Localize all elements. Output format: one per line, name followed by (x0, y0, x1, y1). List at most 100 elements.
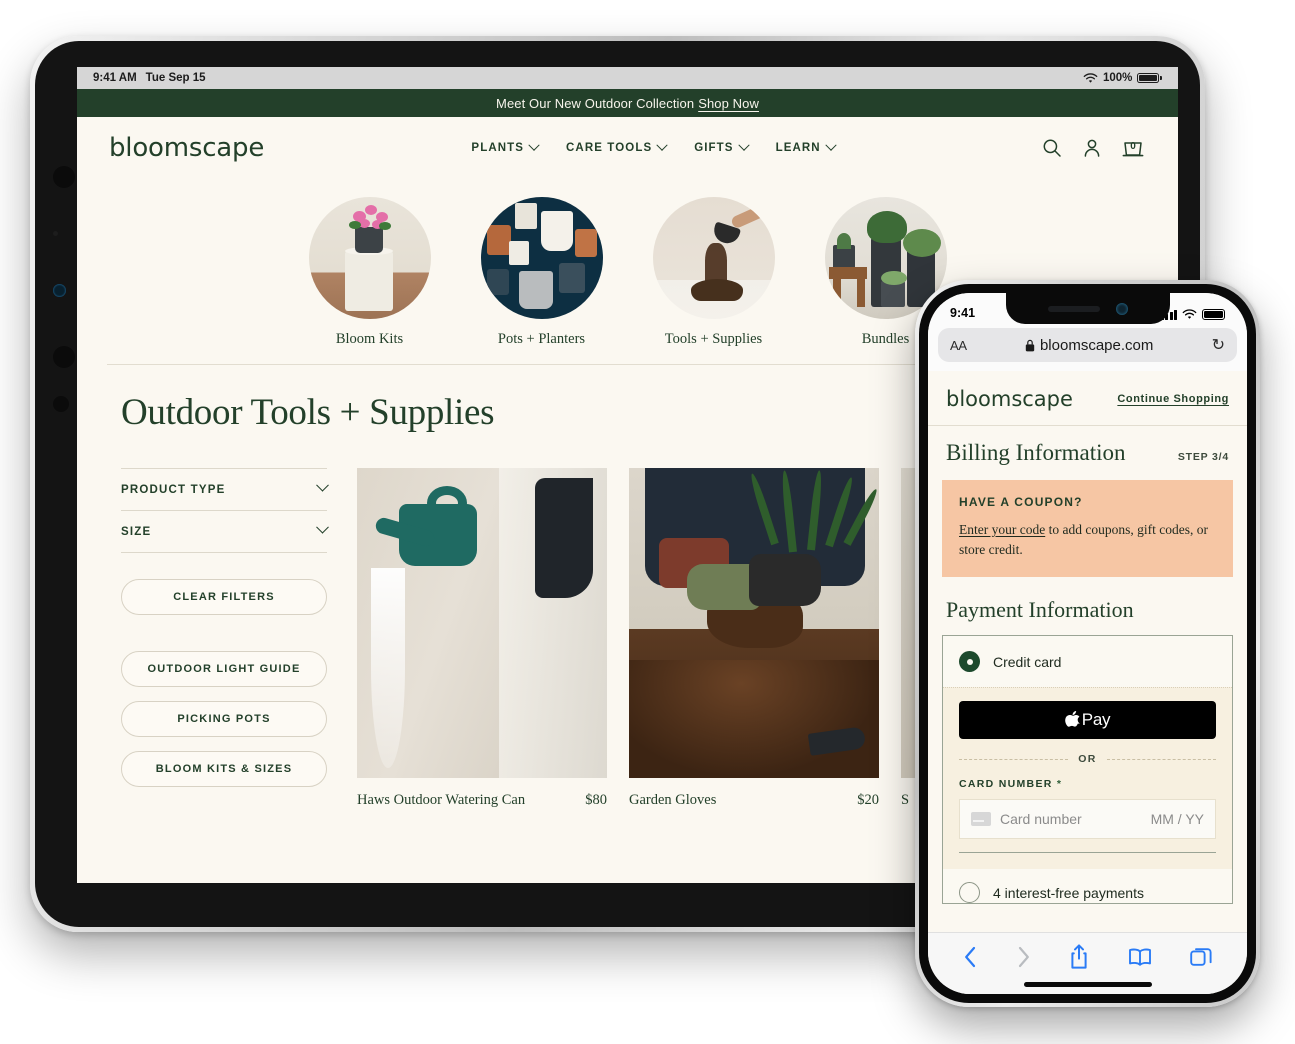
battery-cap (1160, 76, 1162, 80)
payment-method-card: Credit card Pay OR CARD NUMBER * Card nu… (942, 635, 1233, 905)
home-indicator (1023, 982, 1152, 987)
brand-logo[interactable]: bloomscape (946, 387, 1073, 411)
product-price: $80 (585, 792, 607, 808)
card-number-placeholder: Card number (1000, 811, 1082, 828)
brand-logo[interactable]: bloomscape (109, 133, 264, 163)
outdoor-light-guide-button[interactable]: OUTDOOR LIGHT GUIDE (121, 651, 327, 687)
billing-title: Billing Information (946, 440, 1126, 465)
required-mark: * (1056, 778, 1063, 791)
phone-notch (1005, 293, 1170, 324)
product-meta: Garden Gloves $20 (629, 792, 879, 809)
category-image (480, 197, 603, 319)
credit-card-label: Credit card (993, 653, 1062, 670)
nav-item-gifts[interactable]: GIFTS (694, 139, 750, 154)
product-meta: Haws Outdoor Watering Can $80 (357, 792, 607, 809)
product-name: Garden Gloves (629, 792, 717, 808)
filter-product-type[interactable]: PRODUCT TYPE (121, 469, 329, 510)
share-icon[interactable] (1069, 943, 1089, 970)
phone-screen: 9:41 AA bloomscape.com ↻ bloomscape Cont… (928, 293, 1247, 994)
url-text: bloomscape.com (1039, 336, 1154, 354)
category-tools-supplies[interactable]: Tools + Supplies (652, 197, 775, 348)
chevron-down-icon (656, 139, 668, 151)
chevron-down-icon (825, 139, 837, 151)
status-date: Tue Sep 15 (145, 72, 206, 84)
search-icon[interactable] (1042, 138, 1062, 158)
radio-unselected-icon[interactable] (959, 882, 980, 904)
clear-filters-button[interactable]: CLEAR FILTERS (121, 579, 327, 615)
credit-card-option-row[interactable]: Credit card (943, 636, 1232, 687)
product-image (357, 468, 607, 778)
installments-option-row[interactable]: 4 interest-free payments (943, 869, 1232, 904)
tabs-icon[interactable] (1190, 946, 1212, 968)
header-icons: 0 (1042, 138, 1144, 158)
category-bloom-kits[interactable]: Bloom Kits (308, 197, 431, 348)
bloom-kits-sizes-button[interactable]: BLOOM KITS & SIZES (121, 751, 327, 787)
coupon-banner: HAVE A COUPON? Enter your code to add co… (942, 480, 1233, 578)
filters-sidebar: PRODUCT TYPE SIZE CLEAR FILTERS OUTDOOR … (77, 468, 329, 809)
payment-details: Pay OR CARD NUMBER * Card number MM / YY (943, 687, 1232, 870)
payment-divider (959, 852, 1216, 854)
back-icon[interactable] (963, 945, 978, 969)
apple-pay-label: Pay (1081, 710, 1111, 730)
nav-item-learn[interactable]: LEARN (776, 139, 837, 154)
enter-code-link[interactable]: Enter your code (959, 522, 1045, 537)
text-size-label: AA (950, 337, 967, 353)
coupon-body: Enter your code to add coupons, gift cod… (959, 520, 1216, 559)
category-label: Tools + Supplies (664, 331, 763, 347)
product-image (629, 468, 879, 778)
reload-icon[interactable]: ↻ (1212, 335, 1225, 355)
tablet-mic-icon (53, 396, 69, 412)
account-icon[interactable] (1082, 138, 1102, 158)
product-card[interactable]: Garden Gloves $20 (629, 468, 879, 809)
announcement-bar[interactable]: Meet Our New Outdoor Collection Shop Now (77, 89, 1178, 117)
filter-divider (121, 552, 327, 553)
category-image (308, 197, 431, 319)
card-number-input[interactable]: Card number MM / YY (959, 799, 1216, 840)
bookmarks-icon[interactable] (1128, 947, 1152, 967)
picking-pots-button[interactable]: PICKING POTS (121, 701, 327, 737)
category-label: Bloom Kits (335, 331, 404, 347)
product-card[interactable]: Haws Outdoor Watering Can $80 (357, 468, 607, 809)
nav-label: GIFTS (694, 142, 734, 154)
product-price: $20 (857, 792, 879, 808)
cart-icon[interactable]: 0 (1122, 138, 1144, 158)
wifi-icon (1182, 309, 1197, 319)
or-separator: OR (959, 753, 1216, 765)
battery-full-icon (1137, 73, 1160, 83)
nav-label: PLANTS (471, 142, 525, 154)
speaker-icon (1047, 305, 1100, 312)
apple-pay-button[interactable]: Pay (959, 701, 1216, 740)
step-indicator: STEP 3/4 (1177, 451, 1229, 463)
tablet-camera-secondary-icon (53, 346, 75, 368)
shop-now-link[interactable]: Shop Now (698, 96, 759, 111)
continue-shopping-link[interactable]: Continue Shopping (1117, 393, 1229, 405)
url-pill[interactable]: AA bloomscape.com ↻ (938, 328, 1237, 362)
nav-item-plants[interactable]: PLANTS (471, 139, 540, 154)
cart-count: 0 (1130, 141, 1136, 152)
url-text-group: bloomscape.com (967, 337, 1212, 354)
phone-site-header: bloomscape Continue Shopping (928, 371, 1247, 425)
phone-status-time: 9:41 (950, 306, 976, 320)
apple-logo-icon (1064, 711, 1080, 727)
installments-label: 4 interest-free payments (993, 884, 1144, 901)
main-navigation: PLANTS CARE TOOLS GIFTS LEARN (471, 139, 837, 154)
text-size-button[interactable]: AA (950, 338, 967, 353)
product-name: Haws Outdoor Watering Can (357, 792, 526, 808)
phone-bezel: 9:41 AA bloomscape.com ↻ bloomscape Cont… (919, 284, 1256, 1003)
filter-size[interactable]: SIZE (121, 511, 329, 552)
radio-selected-icon[interactable] (959, 651, 980, 673)
site-header: bloomscape PLANTS CARE TOOLS GIFTS LEARN… (77, 117, 1178, 179)
tablet-lens-icon (53, 284, 66, 297)
wifi-icon (1083, 72, 1098, 83)
filter-label: SIZE (121, 525, 152, 538)
nav-item-care-tools[interactable]: CARE TOOLS (566, 139, 668, 154)
forward-icon (1016, 945, 1031, 969)
category-pots-planters[interactable]: Pots + Planters (480, 197, 603, 348)
payment-title: Payment Information (946, 597, 1134, 623)
status-time: 9:41 AM (93, 72, 137, 84)
screenshot-stage: 9:41 AM Tue Sep 15 100% Meet Our New Out… (0, 0, 1295, 1044)
filter-label: PRODUCT TYPE (121, 483, 226, 496)
credit-card-icon (971, 812, 991, 827)
checkout-page: bloomscape Continue Shopping Billing Inf… (928, 371, 1247, 926)
billing-header: Billing Information STEP 3/4 (928, 426, 1247, 476)
